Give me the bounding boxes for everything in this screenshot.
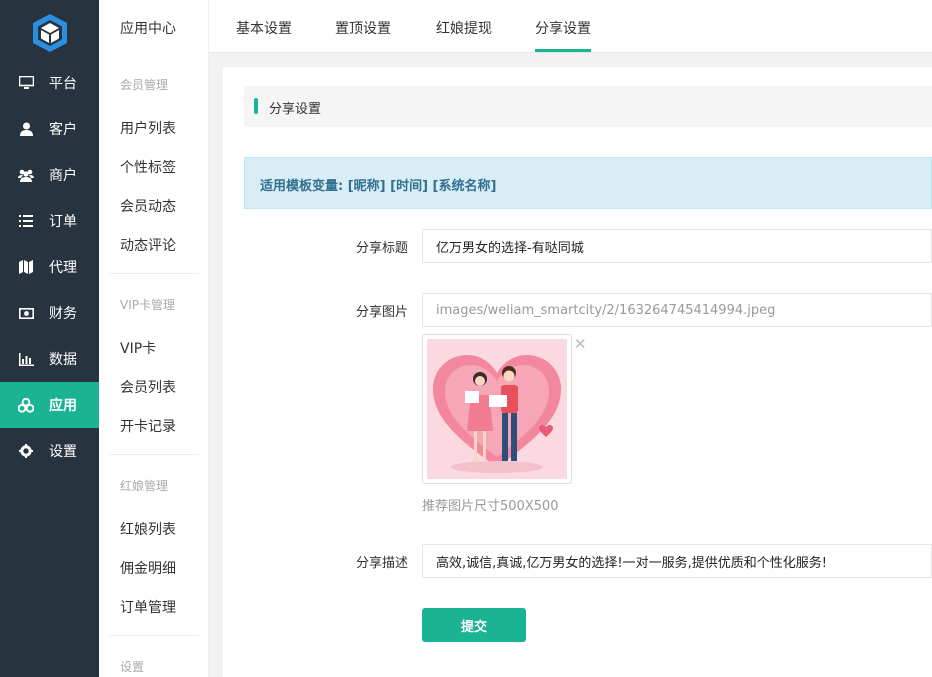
subnav-item-card-records[interactable]: 开卡记录 [120,416,176,436]
share-title-label: 分享标题 [355,241,408,256]
tab-matchmaker-withdraw[interactable]: 红娘提现 [436,18,492,38]
subnav-group-title: VIP卡管理 [120,298,175,312]
divider [109,635,199,636]
section-header: 分享设置 [244,86,932,127]
tab-top-settings[interactable]: 置顶设置 [335,18,391,38]
nav-item-platform[interactable]: 平台 [0,60,99,106]
tab-basic-settings[interactable]: 基本设置 [236,18,292,38]
notice-text: 适用模板变量: [昵称] [时间] [系统名称] [260,179,497,194]
subnav-item-member-feed[interactable]: 会员动态 [120,196,176,216]
share-image-preview[interactable] [422,334,572,484]
nav-item-finance[interactable]: 财务 [0,290,99,336]
nav-item-order[interactable]: 订单 [0,198,99,244]
map-icon [18,259,34,275]
subnav-group-title: 红娘管理 [120,479,169,493]
nav-item-agent[interactable]: 代理 [0,244,99,290]
share-description-input[interactable] [422,544,932,578]
top-tab-bar: 基本设置 置顶设置 红娘提现 分享设置 [209,0,932,53]
money-icon [18,305,34,321]
subnav-item-order-manage[interactable]: 订单管理 [120,597,176,617]
section-title: 分享设置 [269,102,322,117]
active-tab-indicator [535,49,591,52]
nav-item-customer[interactable]: 客户 [0,106,99,152]
subnav-group-title: 设置 [120,660,145,674]
monitor-icon [18,75,34,91]
share-title-input[interactable] [422,229,932,263]
share-description-label: 分享描述 [355,556,408,571]
divider [109,454,199,455]
content-panel: 分享设置 适用模板变量: [昵称] [时间] [系统名称] 分享标题 分享图片 [223,67,932,677]
user-icon [18,121,34,137]
subnav-item-commission[interactable]: 佣金明细 [120,558,176,578]
couple-heart-illustration [427,339,567,479]
users-icon [18,167,34,183]
share-image-path-input[interactable] [422,293,932,327]
section-accent-bar [254,98,258,114]
nav-item-data[interactable]: 数据 [0,336,99,382]
divider [109,273,199,274]
nav-item-settings[interactable]: 设置 [0,428,99,474]
template-variable-notice: 适用模板变量: [昵称] [时间] [系统名称] [244,157,932,209]
subnav-item-matchmaker-list[interactable]: 红娘列表 [120,519,176,539]
share-image-label: 分享图片 [355,305,408,320]
remove-image-icon[interactable]: ✕ [574,335,587,353]
list-icon [18,213,34,229]
main-sidebar: 平台 客户 商户 订单 代理 财务 数据 应用 设置 [0,0,99,677]
image-size-hint: 推荐图片尺寸500X500 [422,499,559,514]
submit-button[interactable]: 提交 [422,608,526,642]
subnav-item-feed-comments[interactable]: 动态评论 [120,235,176,255]
nav-item-merchant[interactable]: 商户 [0,152,99,198]
nav-item-app[interactable]: 应用 [0,382,99,428]
bar-chart-icon [18,351,34,367]
subnav-item-tags[interactable]: 个性标签 [120,157,176,177]
subnav-group-title: 会员管理 [120,78,169,92]
tab-share-settings[interactable]: 分享设置 [535,18,591,38]
app-logo[interactable] [30,12,70,54]
subnav-item-member-list[interactable]: 会员列表 [120,377,176,397]
sub-navigation: 应用中心 会员管理 用户列表 个性标签 会员动态 动态评论 VIP卡管理 VIP… [99,0,209,677]
subnav-title: 应用中心 [120,21,176,37]
subnav-item-user-list[interactable]: 用户列表 [120,118,176,138]
subnav-item-vip-card[interactable]: VIP卡 [120,338,156,358]
gear-icon [18,443,34,459]
cubes-icon [18,397,34,413]
